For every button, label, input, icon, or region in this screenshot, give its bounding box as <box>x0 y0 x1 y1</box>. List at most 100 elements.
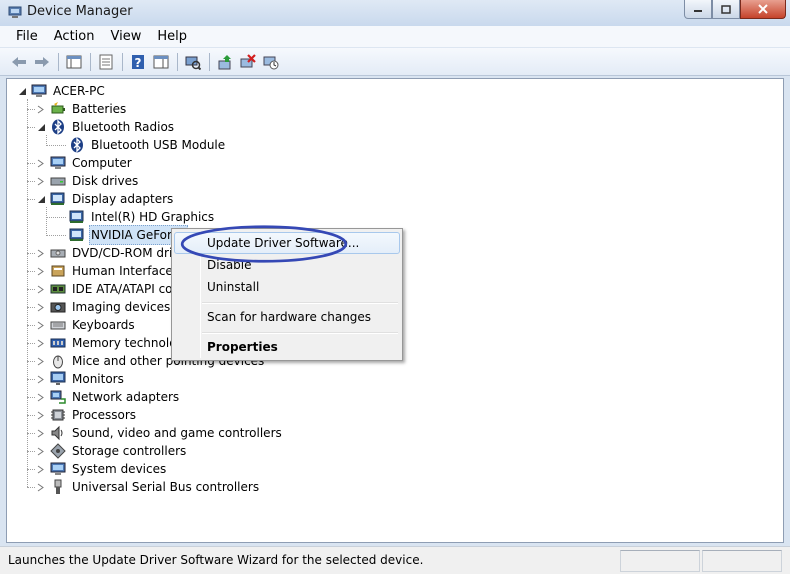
camera-icon <box>50 299 66 315</box>
display-adapter-icon <box>69 227 85 243</box>
collapse-toggle[interactable] <box>36 122 46 132</box>
tree-node-computer[interactable]: Computer <box>36 154 134 172</box>
expand-toggle[interactable] <box>36 446 46 456</box>
status-cell <box>702 550 782 572</box>
expand-toggle[interactable] <box>36 464 46 474</box>
memory-icon <box>50 335 66 351</box>
tree-node-label: Sound, video and game controllers <box>72 426 282 440</box>
hid-icon <box>50 263 66 279</box>
uninstall-icon <box>240 53 256 67</box>
tree-node-keyboards[interactable]: Keyboards <box>36 316 137 334</box>
expand-toggle[interactable] <box>36 338 46 348</box>
device-manager-app-icon <box>8 5 22 19</box>
close-button[interactable] <box>740 0 786 19</box>
tree-connector-line <box>46 235 66 236</box>
tree-connector-line <box>27 271 35 272</box>
battery-icon <box>50 101 66 117</box>
uninstall-button[interactable] <box>237 51 259 73</box>
minimize-button[interactable] <box>684 0 712 19</box>
status-cell <box>620 550 700 572</box>
collapse-toggle[interactable] <box>36 194 46 204</box>
display-adapter-icon <box>50 191 66 207</box>
expand-toggle[interactable] <box>36 482 46 492</box>
tree-node-bluetooth-radios[interactable]: Bluetooth Radios <box>36 118 176 136</box>
tree-node-disk-drives[interactable]: Disk drives <box>36 172 140 190</box>
expand-toggle[interactable] <box>36 176 46 186</box>
tree-connector-line <box>46 217 66 218</box>
expand-toggle[interactable] <box>36 302 46 312</box>
tree-node-bluetooth-usb-module[interactable]: Bluetooth USB Module <box>55 136 227 154</box>
back-button[interactable] <box>8 51 30 73</box>
scan-hardware-button[interactable] <box>182 51 204 73</box>
expand-toggle[interactable] <box>36 374 46 384</box>
expand-toggle[interactable] <box>36 266 46 276</box>
tree-node-system-devices[interactable]: System devices <box>36 460 168 478</box>
computer-icon <box>50 155 66 171</box>
tree-connector-line <box>27 325 35 326</box>
tree-node-label: Batteries <box>72 102 127 116</box>
expand-toggle[interactable] <box>36 104 46 114</box>
collapse-arrow-icon <box>18 87 26 95</box>
expand-toggle[interactable] <box>36 392 46 402</box>
tree-connector-line <box>27 307 35 308</box>
expand-toggle[interactable] <box>36 428 46 438</box>
expand-toggle[interactable] <box>36 410 46 420</box>
tree-node-label: ACER-PC <box>53 84 105 98</box>
tree-connector-line <box>27 181 35 182</box>
disable-button[interactable] <box>260 51 282 73</box>
context-separator <box>202 302 398 304</box>
tree-connector-line <box>27 109 35 110</box>
action-pane-button[interactable] <box>150 51 172 73</box>
menu-action[interactable]: Action <box>46 27 103 47</box>
help-button[interactable]: ? <box>127 51 149 73</box>
expand-toggle[interactable] <box>36 320 46 330</box>
menu-view[interactable]: View <box>102 27 149 47</box>
expand-arrow-icon <box>37 285 44 293</box>
tree-node-nvidia-geforce[interactable]: NVIDIA GeForce <box>55 225 188 245</box>
collapse-toggle[interactable] <box>17 86 27 96</box>
expand-toggle[interactable] <box>36 158 46 168</box>
expand-toggle[interactable] <box>36 248 46 258</box>
properties-button[interactable] <box>95 51 117 73</box>
status-text: Launches the Update Driver Software Wiza… <box>8 553 424 567</box>
context-scan-hardware[interactable]: Scan for hardware changes <box>174 306 400 328</box>
tree-node-monitors[interactable]: Monitors <box>36 370 126 388</box>
tree-node-sound-video-and-game-controllers[interactable]: Sound, video and game controllers <box>36 424 284 442</box>
expand-arrow-icon <box>37 483 44 491</box>
maximize-button[interactable] <box>712 0 740 19</box>
menu-file[interactable]: File <box>8 27 46 47</box>
tree-node-label: Bluetooth Radios <box>72 120 175 134</box>
tree-connector-line <box>27 487 35 488</box>
tree-node-display-adapters[interactable]: Display adapters <box>36 190 175 208</box>
tree-node-processors[interactable]: Processors <box>36 406 138 424</box>
tree-node-label: Disk drives <box>72 174 139 188</box>
tree-node-imaging-devices[interactable]: Imaging devices <box>36 298 172 316</box>
disable-icon <box>263 56 279 69</box>
dvd-drive-icon <box>50 245 66 261</box>
show-hide-console-tree-button[interactable] <box>63 51 85 73</box>
tree-root-acer-pc[interactable]: ACER-PC <box>17 82 107 100</box>
context-properties[interactable]: Properties <box>174 336 400 358</box>
tree-node-label: Display adapters <box>72 192 174 206</box>
menu-help[interactable]: Help <box>149 27 195 47</box>
title-bar[interactable]: Device Manager <box>0 0 790 26</box>
tree-node-batteries[interactable]: Batteries <box>36 100 128 118</box>
tree-connector-line <box>46 207 47 236</box>
tree-connector-line <box>27 361 35 362</box>
processor-icon <box>50 407 66 423</box>
context-uninstall[interactable]: Uninstall <box>174 276 400 298</box>
context-separator <box>202 332 398 334</box>
tree-node-storage-controllers[interactable]: Storage controllers <box>36 442 188 460</box>
expand-toggle[interactable] <box>36 356 46 366</box>
device-tree-pane[interactable]: ACER-PC Batteries Bluetooth Radios Bluetoot… <box>6 78 784 543</box>
context-disable[interactable]: Disable <box>174 254 400 276</box>
context-update-driver-software[interactable]: Update Driver Software... <box>174 232 400 254</box>
forward-button[interactable] <box>31 51 53 73</box>
tree-node-network-adapters[interactable]: Network adapters <box>36 388 181 406</box>
expand-toggle[interactable] <box>36 284 46 294</box>
tree-node-intel-r-hd-graphics[interactable]: Intel(R) HD Graphics <box>55 208 216 226</box>
update-driver-button[interactable] <box>214 51 236 73</box>
collapse-arrow-icon <box>37 195 45 203</box>
tree-node-label: System devices <box>72 462 167 476</box>
tree-node-universal-serial-bus-controllers[interactable]: Universal Serial Bus controllers <box>36 478 261 496</box>
